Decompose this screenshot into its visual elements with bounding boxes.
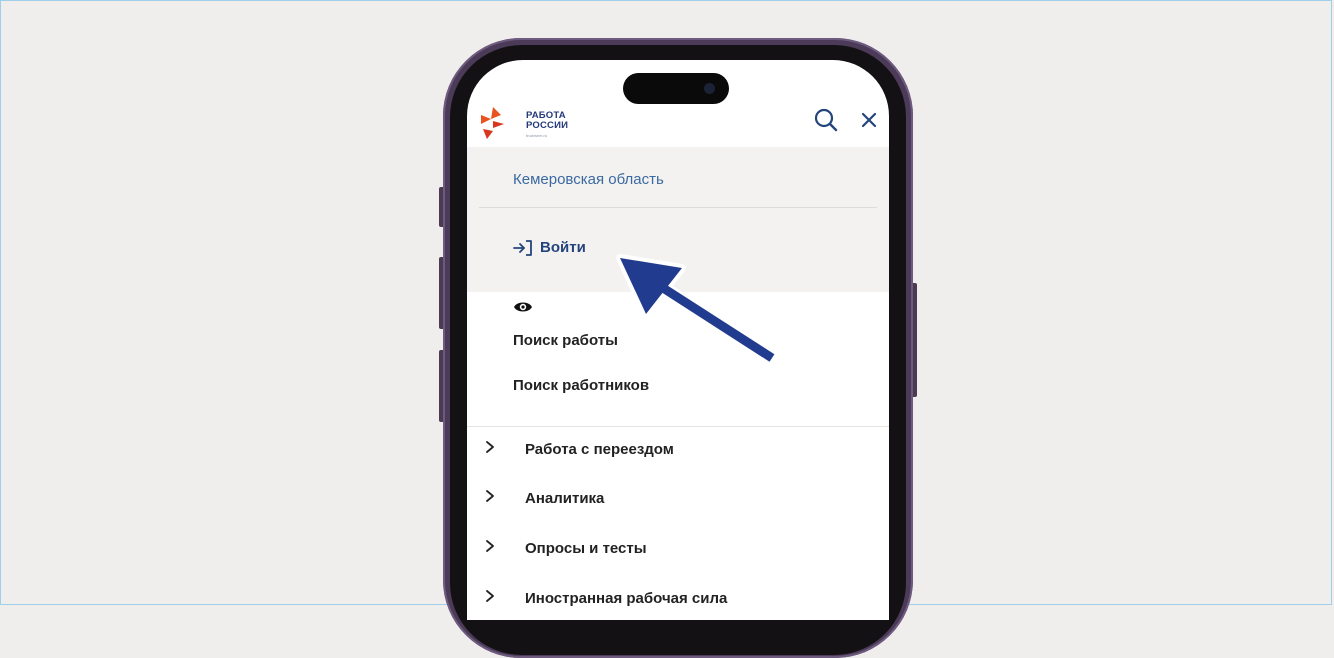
menu-item-relocation-work[interactable]: Работа с переездом bbox=[485, 440, 674, 458]
menu-item-job-search[interactable]: Поиск работы bbox=[513, 332, 618, 349]
chevron-right-icon bbox=[485, 539, 505, 557]
login-label: Войти bbox=[540, 239, 586, 256]
menu-item-analytics[interactable]: Аналитика bbox=[485, 489, 604, 507]
login-button[interactable]: Войти bbox=[513, 239, 586, 256]
region-selector[interactable]: Кемеровская область bbox=[513, 171, 664, 188]
logo-mark-icon bbox=[481, 107, 504, 139]
menu-item-foreign-workforce[interactable]: Иностранная рабочая сила bbox=[485, 589, 727, 607]
site-header: РАБОТА РОССИИ trudvsem.ru bbox=[467, 105, 889, 147]
menu-item-label: Опросы и тесты bbox=[525, 539, 647, 557]
search-icon[interactable] bbox=[814, 108, 838, 137]
dynamic-island bbox=[623, 73, 729, 104]
logo-text: РАБОТА РОССИИ bbox=[526, 110, 569, 131]
logo-site: trudvsem.ru bbox=[526, 133, 548, 138]
close-icon[interactable] bbox=[860, 111, 878, 134]
chevron-right-icon bbox=[485, 589, 505, 607]
chevron-right-icon bbox=[485, 489, 505, 507]
chevron-right-icon bbox=[485, 440, 505, 458]
menu-item-surveys-tests[interactable]: Опросы и тесты bbox=[485, 539, 647, 557]
menu-item-label: Работа с переездом bbox=[525, 440, 674, 458]
divider bbox=[467, 426, 889, 427]
eye-icon[interactable] bbox=[513, 300, 533, 319]
divider bbox=[479, 207, 877, 208]
login-icon bbox=[513, 239, 532, 256]
rabota-rossii-logo[interactable]: РАБОТА РОССИИ trudvsem.ru bbox=[479, 107, 568, 146]
front-camera bbox=[704, 83, 715, 94]
pointer-arrow-icon bbox=[616, 254, 779, 364]
menu-item-label: Аналитика bbox=[525, 489, 605, 507]
menu-item-label: Иностранная рабочая сила bbox=[525, 589, 728, 607]
menu-item-employee-search[interactable]: Поиск работников bbox=[513, 377, 649, 394]
